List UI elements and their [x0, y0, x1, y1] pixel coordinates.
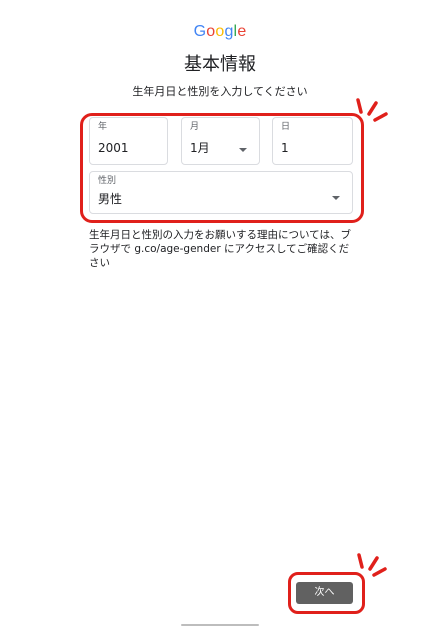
logo-letter-o1: o [206, 23, 216, 40]
next-button[interactable]: 次へ [296, 582, 353, 604]
home-indicator[interactable] [181, 624, 259, 626]
info-text: 生年月日と性別の入力をお願いする理由については、ブラウザで g.co/age-g… [89, 229, 351, 269]
logo-letter-g2: g [224, 23, 234, 40]
emphasis-spark-icon [356, 98, 388, 122]
emphasis-spark-icon [357, 553, 387, 577]
logo-letter-e: e [237, 23, 247, 40]
page-title: 基本情報 [184, 54, 256, 75]
highlight-annotation-fields [80, 113, 364, 223]
logo-letter-g: G [193, 23, 207, 40]
google-logo: Google [0, 22, 440, 42]
